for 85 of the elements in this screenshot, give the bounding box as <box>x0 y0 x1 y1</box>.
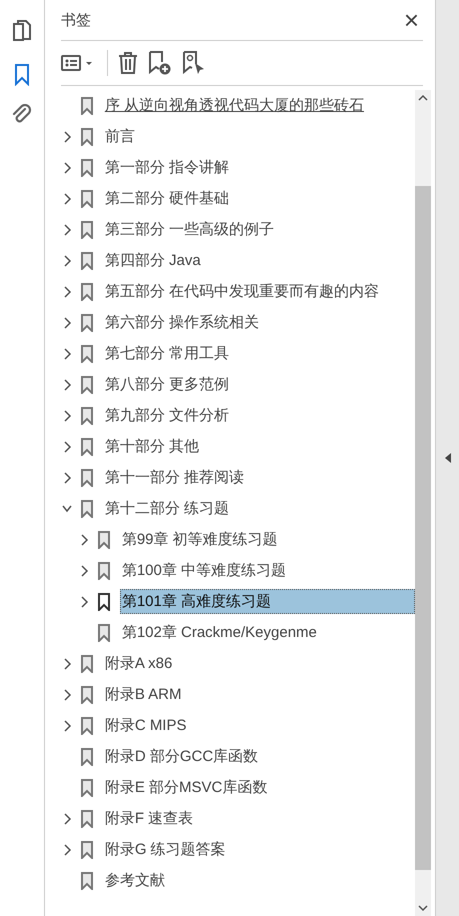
chevron-icon[interactable] <box>62 316 72 328</box>
chevron-icon[interactable] <box>62 286 72 298</box>
bookmark-icon <box>80 252 93 270</box>
pages-icon[interactable] <box>12 20 32 44</box>
bookmark-item[interactable]: 第102章 Crackme/Keygenme <box>120 620 319 645</box>
bookmark-item[interactable]: 附录F 速查表 <box>102 806 196 831</box>
chevron-icon[interactable] <box>62 688 72 700</box>
bookmark-item[interactable]: 第十二部分 练习题 <box>102 496 231 521</box>
bookmark-item[interactable]: 第十部分 其他 <box>102 434 201 459</box>
bookmark-item[interactable]: 附录C MIPS <box>102 713 188 738</box>
scroll-down-icon[interactable] <box>418 904 428 912</box>
collapse-arrow-icon[interactable] <box>444 453 451 463</box>
bookmark-icon <box>80 314 93 332</box>
close-button[interactable]: × <box>400 7 424 33</box>
panel-title: 书签 <box>60 10 91 30</box>
bookmark-icon <box>80 840 93 858</box>
bookmark-icon <box>80 748 93 766</box>
bookmark-icon <box>80 344 93 362</box>
bookmark-item[interactable]: 第八部分 更多范例 <box>102 372 231 397</box>
bookmark-icon <box>80 468 93 486</box>
trash-icon[interactable] <box>118 52 138 74</box>
chevron-icon[interactable] <box>78 564 89 576</box>
bookmark-item[interactable]: 第一部分 指令讲解 <box>102 155 231 180</box>
bookmark-item[interactable]: 附录E 部分MSVC库函数 <box>102 775 270 800</box>
chevron-icon[interactable] <box>62 192 72 204</box>
chevron-icon[interactable] <box>62 844 72 856</box>
bookmark-item[interactable]: 第十一部分 推荐阅读 <box>102 465 246 490</box>
bookmark-icon <box>80 376 93 394</box>
chevron-icon[interactable] <box>62 812 72 824</box>
bookmark-icon <box>80 686 93 704</box>
bookmark-icon <box>80 872 93 890</box>
bookmark-item[interactable]: 附录G 练习题答案 <box>102 837 228 862</box>
bookmark-item[interactable]: 第七部分 常用工具 <box>102 341 231 366</box>
bookmark-cursor-icon[interactable] <box>182 51 206 75</box>
bookmark-icon <box>80 716 93 734</box>
bookmark-item[interactable]: 附录D 部分GCC库函数 <box>102 744 260 769</box>
bookmark-icon <box>80 654 93 672</box>
bookmark-icon <box>80 220 93 238</box>
bookmark-icon <box>80 778 93 796</box>
bookmark-item[interactable]: 前言 <box>102 124 137 149</box>
chevron-icon[interactable] <box>62 472 72 484</box>
bookmark-item[interactable]: 第四部分 Java <box>102 248 203 273</box>
bookmark-icon <box>80 406 93 424</box>
chevron-icon[interactable] <box>62 348 72 360</box>
chevron-icon[interactable] <box>78 534 89 546</box>
bookmark-item[interactable]: 附录B ARM <box>102 682 184 707</box>
bookmark-item[interactable]: 附录A x86 <box>102 651 174 676</box>
bookmark-icon <box>98 592 110 610</box>
bookmark-item[interactable]: 第九部分 文件分析 <box>102 403 231 428</box>
chevron-icon[interactable] <box>62 658 72 670</box>
chevron-icon[interactable] <box>62 440 72 452</box>
scrollbar[interactable] <box>415 90 432 916</box>
bookmark-icon <box>80 158 93 176</box>
bookmark-item[interactable]: 第二部分 硬件基础 <box>102 186 231 211</box>
bookmark-icon <box>98 562 110 580</box>
bookmark-item[interactable]: 参考文献 <box>102 868 167 893</box>
bookmark-add-icon[interactable] <box>148 51 172 75</box>
bookmark-item[interactable]: 第五部分 在代码中发现重要而有趣的内容 <box>102 279 381 304</box>
bookmark-item[interactable]: 第三部分 一些高级的例子 <box>102 217 276 242</box>
bookmark-icon <box>80 282 93 300</box>
chevron-icon[interactable] <box>62 410 72 422</box>
scrollbar-thumb[interactable] <box>415 186 432 870</box>
bookmark-item[interactable]: 第101章 高难度练习题 <box>120 589 416 614</box>
bookmark-item[interactable]: 第六部分 操作系统相关 <box>102 310 261 335</box>
bookmark-icon <box>98 624 110 642</box>
chevron-icon[interactable] <box>62 254 72 266</box>
bookmark-icon <box>80 500 93 518</box>
bookmark-item[interactable]: 序 从逆向视角透视代码大厦的那些砖石 <box>102 93 366 118</box>
scroll-up-icon[interactable] <box>418 94 428 102</box>
bookmark-icon <box>80 96 93 114</box>
chevron-icon[interactable] <box>62 502 72 514</box>
chevron-icon[interactable] <box>62 720 72 732</box>
chevron-icon[interactable] <box>62 162 72 174</box>
bookmark-icon <box>98 530 110 548</box>
bookmark-item[interactable]: 第99章 初等难度练习题 <box>120 527 280 552</box>
chevron-icon[interactable] <box>62 224 72 236</box>
bookmark-icon <box>80 438 93 456</box>
chevron-icon[interactable] <box>62 130 72 142</box>
bookmark-item[interactable]: 第100章 中等难度练习题 <box>120 558 288 583</box>
bookmark-icon <box>80 128 93 146</box>
bookmark-icon[interactable] <box>14 64 30 86</box>
chevron-icon[interactable] <box>78 596 89 608</box>
chevron-icon[interactable] <box>62 378 72 390</box>
bookmark-icon <box>80 190 93 208</box>
bookmark-icon <box>80 810 93 828</box>
